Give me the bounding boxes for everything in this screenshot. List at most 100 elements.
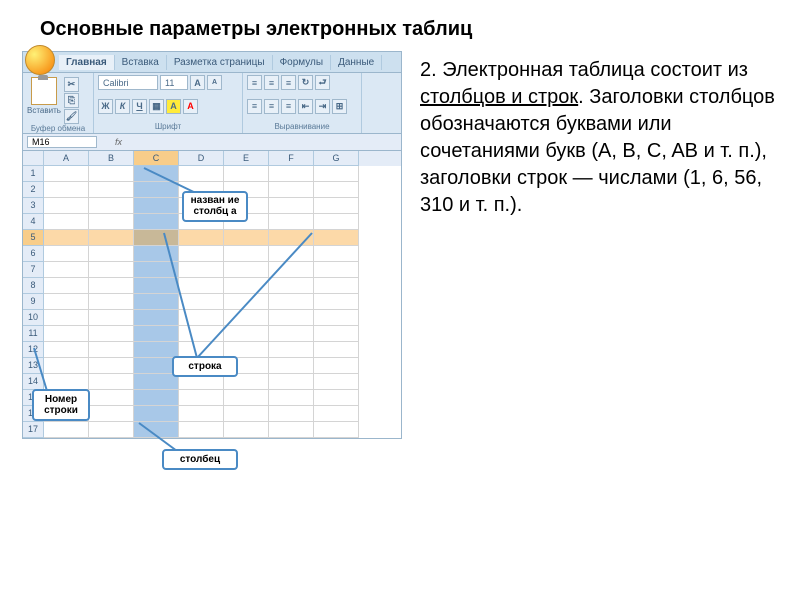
cell[interactable] [269,390,314,406]
cell[interactable] [314,166,359,182]
cell[interactable] [314,198,359,214]
office-button-icon[interactable] [25,45,55,75]
cell[interactable] [224,166,269,182]
underline-icon[interactable]: Ч [132,99,147,114]
cell[interactable] [269,214,314,230]
tab-data[interactable]: Данные [331,55,382,70]
select-all-corner[interactable] [23,151,44,166]
cell[interactable] [89,294,134,310]
font-size-select[interactable]: 11 [160,75,188,90]
cell[interactable] [224,422,269,438]
merge-icon[interactable]: ⊞ [332,99,347,114]
cell[interactable] [44,278,89,294]
row-header[interactable]: 6 [23,246,44,262]
cell[interactable] [44,230,89,246]
indent-dec-icon[interactable]: ⇤ [298,99,313,114]
tab-home[interactable]: Главная [59,55,115,70]
copy-icon[interactable]: ⎘ [64,93,79,108]
cell[interactable] [44,294,89,310]
cell[interactable] [224,406,269,422]
cell[interactable] [314,422,359,438]
cell[interactable] [269,182,314,198]
cell[interactable] [269,166,314,182]
cell[interactable] [134,214,179,230]
column-header[interactable]: C [134,151,179,166]
cell[interactable] [89,262,134,278]
row-header[interactable]: 17 [23,422,44,438]
cell[interactable] [269,406,314,422]
cell[interactable] [314,374,359,390]
cell[interactable] [89,246,134,262]
cell[interactable] [89,326,134,342]
cell[interactable] [44,182,89,198]
cell[interactable] [269,374,314,390]
orientation-icon[interactable]: ↻ [298,75,313,90]
row-header[interactable]: 1 [23,166,44,182]
italic-icon[interactable]: К [115,99,130,114]
paste-icon[interactable] [31,77,57,105]
cell[interactable] [89,166,134,182]
cell[interactable] [89,342,134,358]
cell[interactable] [89,310,134,326]
tab-formulas[interactable]: Формулы [273,55,332,70]
cell[interactable] [44,326,89,342]
fill-color-icon[interactable]: A [166,99,181,114]
cell[interactable] [314,390,359,406]
cell[interactable] [89,358,134,374]
align-bottom-icon[interactable]: ≡ [281,75,296,90]
cell[interactable] [134,374,179,390]
cell[interactable] [89,198,134,214]
cell[interactable] [44,422,89,438]
cell[interactable] [89,182,134,198]
format-painter-icon[interactable]: 🖌 [64,109,79,124]
cell[interactable] [134,390,179,406]
column-header[interactable]: F [269,151,314,166]
cell[interactable] [89,214,134,230]
align-middle-icon[interactable]: ≡ [264,75,279,90]
cell[interactable] [179,390,224,406]
row-header[interactable]: 3 [23,198,44,214]
cell[interactable] [89,422,134,438]
grow-font-icon[interactable]: A [190,75,205,90]
row-header[interactable]: 4 [23,214,44,230]
cell[interactable] [44,166,89,182]
tab-layout[interactable]: Разметка страницы [167,55,273,70]
cell[interactable] [44,214,89,230]
row-header[interactable]: 2 [23,182,44,198]
column-header[interactable]: G [314,151,359,166]
column-header[interactable]: B [89,151,134,166]
column-header[interactable]: E [224,151,269,166]
cell[interactable] [134,406,179,422]
cell[interactable] [89,230,134,246]
row-header[interactable]: 5 [23,230,44,246]
fx-icon[interactable]: fx [115,137,122,147]
cell[interactable] [89,374,134,390]
cut-icon[interactable]: ✂ [64,77,79,92]
cell[interactable] [314,182,359,198]
align-top-icon[interactable]: ≡ [247,75,262,90]
cell[interactable] [224,390,269,406]
align-right-icon[interactable]: ≡ [281,99,296,114]
cell[interactable] [44,246,89,262]
border-icon[interactable]: ▦ [149,99,164,114]
row-header[interactable]: 9 [23,294,44,310]
cell[interactable] [44,310,89,326]
align-center-icon[interactable]: ≡ [264,99,279,114]
cell[interactable] [89,406,134,422]
bold-icon[interactable]: Ж [98,99,113,114]
cell[interactable] [89,278,134,294]
cell[interactable] [89,390,134,406]
cell[interactable] [269,422,314,438]
shrink-font-icon[interactable]: A [207,75,222,90]
row-header[interactable]: 10 [23,310,44,326]
cell[interactable] [44,198,89,214]
cell[interactable] [314,406,359,422]
align-left-icon[interactable]: ≡ [247,99,262,114]
cell[interactable] [314,214,359,230]
font-name-select[interactable]: Calibri [98,75,158,90]
column-header[interactable]: A [44,151,89,166]
cell[interactable] [269,198,314,214]
indent-inc-icon[interactable]: ⇥ [315,99,330,114]
cell[interactable] [44,262,89,278]
row-header[interactable]: 7 [23,262,44,278]
